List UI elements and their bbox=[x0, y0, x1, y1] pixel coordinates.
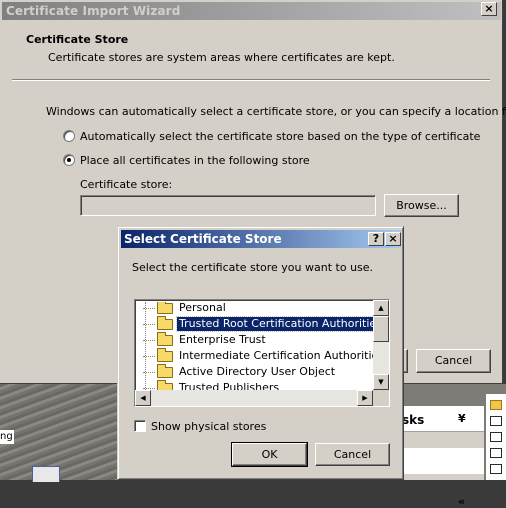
document-icon[interactable] bbox=[490, 448, 502, 458]
tree-item-label: Active Directory User Object bbox=[179, 365, 336, 378]
wizard-cancel-button[interactable]: Cancel bbox=[416, 349, 491, 373]
tree-connector bbox=[143, 324, 155, 325]
tree-item-label: Intermediate Certification Authorities bbox=[179, 349, 373, 362]
wizard-header: Certificate Store Certificate stores are… bbox=[2, 20, 501, 76]
close-icon[interactable]: × bbox=[481, 2, 497, 16]
expand-chevron-icon[interactable]: « bbox=[458, 495, 465, 508]
scroll-right-icon[interactable]: ▶ bbox=[357, 390, 373, 406]
browse-button[interactable]: Browse... bbox=[384, 194, 459, 217]
place-in-store-label[interactable]: Place all certificates in the following … bbox=[80, 154, 310, 167]
auto-select-label[interactable]: Automatically select the certificate sto… bbox=[80, 130, 480, 143]
folder-icon bbox=[157, 348, 173, 362]
folder-icon[interactable] bbox=[490, 400, 502, 410]
scroll-down-icon[interactable]: ▼ bbox=[373, 374, 389, 390]
tree-item-trusted-publishers[interactable]: Trusted Publishers bbox=[137, 380, 373, 390]
folder-icon bbox=[157, 332, 173, 346]
page-subtitle: Certificate stores are system areas wher… bbox=[48, 51, 395, 64]
scroll-left-icon[interactable]: ◀ bbox=[135, 390, 151, 406]
desktop-text-fragment: ng bbox=[0, 430, 14, 444]
horizontal-scrollbar[interactable]: ◀ ▶ bbox=[135, 390, 373, 406]
tree-connector bbox=[143, 372, 155, 373]
folder-icon bbox=[157, 302, 173, 314]
scroll-up-icon[interactable]: ▲ bbox=[373, 300, 389, 316]
intro-text: Windows can automatically select a certi… bbox=[46, 105, 506, 118]
certificate-store-tree[interactable]: Personal Trusted Root Certification Auth… bbox=[134, 299, 390, 407]
scrollbar-corner bbox=[373, 390, 389, 406]
place-in-store-radio[interactable] bbox=[63, 154, 75, 166]
tree-connector bbox=[143, 356, 155, 357]
cancel-button[interactable]: Cancel bbox=[315, 443, 390, 466]
tree-items: Personal Trusted Root Certification Auth… bbox=[137, 302, 373, 390]
show-physical-stores-checkbox[interactable] bbox=[134, 420, 146, 432]
tree-item-personal[interactable]: Personal bbox=[137, 302, 373, 316]
vertical-scroll-thumb[interactable] bbox=[373, 316, 389, 342]
dialog-instruction: Select the certificate store you want to… bbox=[132, 261, 374, 274]
select-certificate-store-dialog: Select Certificate Store ? × Select the … bbox=[117, 226, 404, 480]
folder-icon bbox=[157, 316, 173, 330]
task-pane-header-2[interactable]: « bbox=[400, 448, 484, 508]
wizard-title: Certificate Import Wizard bbox=[6, 4, 181, 18]
certificate-store-field[interactable] bbox=[80, 195, 376, 216]
task-pane-header[interactable]: sks ¥ bbox=[400, 406, 484, 432]
tree-item-active-directory[interactable]: Active Directory User Object bbox=[137, 364, 373, 380]
calendar-icon[interactable] bbox=[490, 464, 502, 474]
tree-item-trusted-root[interactable]: Trusted Root Certification Authorities bbox=[137, 316, 373, 332]
auto-select-radio[interactable] bbox=[63, 130, 75, 142]
tree-connector bbox=[143, 308, 155, 309]
tree-item-label: Personal bbox=[179, 302, 226, 314]
tree-item-label: Trusted Publishers bbox=[179, 381, 280, 390]
tree-item-label: Enterprise Trust bbox=[179, 333, 266, 346]
folder-icon bbox=[157, 380, 173, 390]
tree-item-label: Trusted Root Certification Authorities bbox=[176, 316, 373, 332]
dialog-titlebar[interactable]: Select Certificate Store ? × bbox=[121, 230, 401, 248]
ok-button[interactable]: OK bbox=[231, 442, 308, 467]
window-icon[interactable] bbox=[490, 416, 502, 426]
tree-item-enterprise-trust[interactable]: Enterprise Trust bbox=[137, 332, 373, 348]
tree-item-intermediate-ca[interactable]: Intermediate Certification Authorities bbox=[137, 348, 373, 364]
tree-connector bbox=[143, 340, 155, 341]
folder-icon bbox=[157, 364, 173, 378]
help-icon[interactable]: ? bbox=[368, 232, 384, 246]
certificate-store-label: Certificate store: bbox=[80, 178, 173, 191]
header-divider bbox=[12, 79, 490, 81]
window-icon[interactable] bbox=[490, 432, 502, 442]
page-title: Certificate Store bbox=[26, 33, 129, 46]
explorer-icon-column bbox=[486, 394, 506, 480]
wizard-titlebar[interactable]: Certificate Import Wizard bbox=[2, 2, 501, 20]
tree-connector bbox=[143, 388, 155, 389]
background-task-pane: sks ¥ « bbox=[400, 406, 484, 508]
dialog-title: Select Certificate Store bbox=[124, 232, 282, 246]
vertical-scrollbar[interactable]: ▲ ▼ bbox=[373, 300, 389, 390]
collapse-chevron-icon[interactable]: ¥ bbox=[458, 412, 466, 425]
show-physical-stores-label[interactable]: Show physical stores bbox=[151, 420, 266, 433]
close-icon[interactable]: × bbox=[385, 232, 401, 246]
task-pane-title: sks bbox=[402, 413, 425, 427]
